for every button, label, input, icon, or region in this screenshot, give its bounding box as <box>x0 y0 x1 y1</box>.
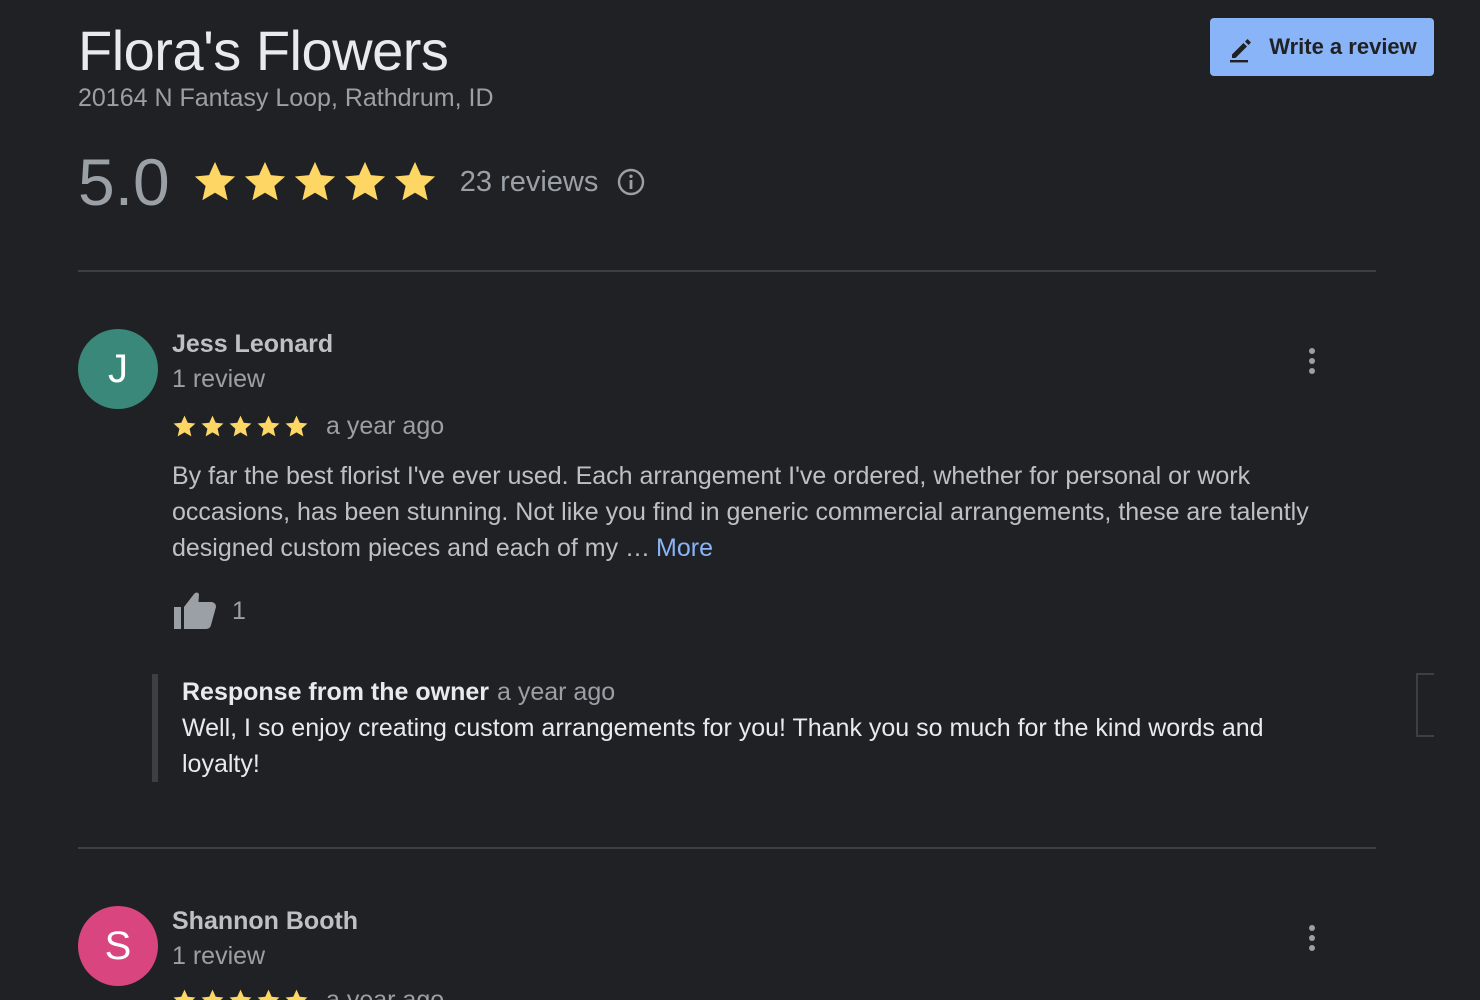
star-icon <box>201 989 224 1000</box>
response-text: Well, I so enjoy creating custom arrange… <box>182 714 1264 778</box>
business-name: Flora's Flowers <box>78 19 449 82</box>
rating-summary: 5.0 23 reviews <box>78 142 646 222</box>
star-icon <box>257 989 280 1000</box>
more-vert-icon[interactable] <box>1296 920 1328 956</box>
review-rating-row: a year ago <box>172 411 444 441</box>
reviewer-name[interactable]: Shannon Booth <box>172 907 358 936</box>
review-text: By far the best florist I've ever used. … <box>172 458 1372 566</box>
owner-response: Response from the owner a year ago Well, … <box>152 674 1332 782</box>
star-icon <box>229 989 252 1000</box>
avatar[interactable]: S <box>78 906 158 986</box>
review-stars <box>172 988 309 1000</box>
rating-value: 5.0 <box>78 145 170 219</box>
review-date: a year ago <box>326 985 445 1000</box>
review-count[interactable]: 23 reviews <box>460 166 599 199</box>
star-icon <box>394 161 435 201</box>
thumb-up-icon[interactable] <box>172 588 218 634</box>
reviewer-name[interactable]: Jess Leonard <box>172 330 333 359</box>
more-link[interactable]: More <box>656 534 713 562</box>
reviews-page: Flora's Flowers 20164 N Fantasy Loop, Ra… <box>0 0 1480 1000</box>
rating-stars <box>192 159 438 205</box>
star-icon <box>244 161 285 201</box>
response-header: Response from the owner a year ago <box>182 674 1332 710</box>
star-icon <box>173 989 196 1000</box>
reviewer-review-count: 1 review <box>172 942 266 970</box>
star-icon <box>294 161 335 201</box>
star-icon <box>201 415 224 436</box>
like-row: 1 <box>172 588 246 634</box>
review-body: By far the best florist I've ever used. … <box>172 462 1309 562</box>
star-icon <box>285 415 308 436</box>
review-stars <box>172 414 309 439</box>
star-icon <box>194 161 235 201</box>
info-icon[interactable] <box>616 167 646 197</box>
write-review-button[interactable]: Write a review <box>1210 18 1434 76</box>
star-icon <box>173 415 196 436</box>
reviewer-review-count: 1 review <box>172 365 266 393</box>
response-title: Response from the owner <box>182 678 489 706</box>
avatar[interactable]: J <box>78 329 158 409</box>
review-date: a year ago <box>326 411 445 440</box>
write-review-label: Write a review <box>1269 34 1417 59</box>
response-date: a year ago <box>497 678 616 706</box>
like-count: 1 <box>232 596 246 625</box>
star-icon <box>344 161 385 201</box>
divider <box>78 270 1376 272</box>
divider <box>78 847 1376 849</box>
star-icon <box>229 415 252 436</box>
pencil-icon <box>1230 39 1252 63</box>
more-vert-icon[interactable] <box>1296 343 1328 379</box>
side-bracket <box>1416 673 1434 737</box>
star-icon <box>257 415 280 436</box>
review-rating-row: a year ago <box>172 985 444 1000</box>
business-address: 20164 N Fantasy Loop, Rathdrum, ID <box>78 84 494 112</box>
star-icon <box>285 989 308 1000</box>
